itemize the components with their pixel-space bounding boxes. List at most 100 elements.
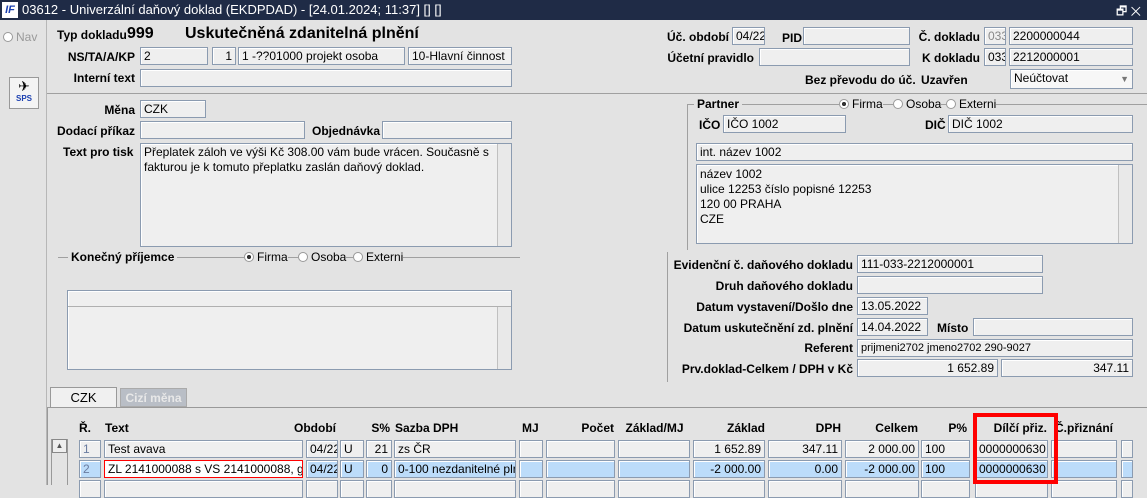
cell-celkem[interactable] bbox=[845, 480, 919, 498]
ico-field[interactable]: IČO 1002 bbox=[723, 115, 846, 133]
cell-obdobi[interactable] bbox=[306, 480, 338, 498]
partner-radio-firma[interactable]: Firma bbox=[839, 97, 883, 111]
col-header-s: S% bbox=[371, 421, 390, 435]
cell-spct[interactable]: 21 bbox=[366, 440, 392, 458]
col-header-pocet: Počet bbox=[581, 421, 614, 435]
scroll-up-icon[interactable]: ▲ bbox=[52, 439, 67, 453]
c-dokladu-prefix-field[interactable]: 033 bbox=[984, 27, 1006, 45]
c-dokladu-field[interactable]: 2200000044 bbox=[1009, 27, 1133, 45]
cell-text[interactable] bbox=[104, 480, 303, 498]
cell-pocet[interactable] bbox=[546, 440, 615, 458]
col-header-sazba: Sazba DPH bbox=[395, 421, 459, 435]
cell-s[interactable]: U bbox=[340, 460, 364, 478]
cell-spct[interactable] bbox=[366, 480, 392, 498]
ta-field[interactable]: 1 bbox=[212, 47, 236, 65]
tab-cizi-mena[interactable]: Cizí měna bbox=[120, 388, 187, 407]
ucetni-pravidlo-field[interactable] bbox=[759, 48, 910, 66]
kp-field[interactable]: 10-Hlavní činnost bbox=[408, 47, 512, 65]
cell-extra[interactable] bbox=[1121, 480, 1133, 498]
cell-mj[interactable] bbox=[519, 460, 543, 478]
mena-field[interactable]: CZK bbox=[140, 100, 206, 118]
highlight-box bbox=[973, 413, 1058, 484]
evid-label: Evidenční č. daňového dokladu bbox=[673, 258, 853, 272]
misto-label: Místo bbox=[937, 321, 969, 335]
pid-field[interactable] bbox=[803, 27, 910, 45]
prv-dph-field[interactable]: 347.11 bbox=[1001, 359, 1133, 377]
cell-p[interactable] bbox=[921, 480, 970, 498]
referent-field[interactable]: prijmeni2702 jmeno2702 290-9027 bbox=[857, 339, 1133, 357]
table-scrollbar[interactable]: ▲ bbox=[51, 439, 68, 485]
konecny-radio-firma[interactable]: Firma bbox=[244, 250, 288, 264]
cell-mj[interactable] bbox=[519, 480, 543, 498]
cell-mj[interactable] bbox=[519, 440, 543, 458]
partner-address-field[interactable]: název 1002 ulice 12253 číslo popisné 1225… bbox=[696, 164, 1133, 244]
cell-obdobi[interactable]: 04/22 bbox=[306, 460, 338, 478]
cell-sazba[interactable]: zs ČR bbox=[394, 440, 516, 458]
radio-label: Osoba bbox=[906, 97, 942, 111]
objednavka-field[interactable] bbox=[382, 121, 512, 139]
scrollbar[interactable] bbox=[497, 144, 511, 246]
konecny-prijemce-field[interactable] bbox=[67, 290, 512, 370]
cell-dph[interactable]: 347.11 bbox=[768, 440, 842, 458]
cell-dph[interactable] bbox=[768, 480, 842, 498]
int-nazev-field[interactable]: int. název 1002 bbox=[696, 143, 1133, 161]
cell-zakladmj[interactable] bbox=[618, 480, 690, 498]
a-field[interactable]: 1 -??01000 projekt osoba bbox=[238, 47, 405, 65]
uzavren-select[interactable]: Neúčtovat ▼ bbox=[1010, 69, 1133, 89]
scrollbar[interactable] bbox=[1118, 165, 1132, 243]
cell-text[interactable]: Test avava bbox=[104, 440, 303, 458]
druh-field[interactable] bbox=[857, 276, 1043, 294]
cell-celkem[interactable]: 2 000.00 bbox=[845, 440, 919, 458]
text-pro-tisk-field[interactable]: Přeplatek záloh ve výši Kč 308.00 vám bu… bbox=[140, 143, 512, 247]
cell-p[interactable]: 100 bbox=[921, 460, 970, 478]
cell-r[interactable]: 1 bbox=[79, 440, 101, 458]
cell-zakladmj[interactable] bbox=[618, 440, 690, 458]
prv-celkem-field[interactable]: 1 652.89 bbox=[857, 359, 998, 377]
k-dokladu-field[interactable]: 2212000001 bbox=[1009, 48, 1133, 66]
cell-zaklad[interactable]: -2 000.00 bbox=[693, 460, 765, 478]
cell-r[interactable] bbox=[79, 480, 101, 498]
cell-cpriz[interactable] bbox=[1051, 480, 1117, 498]
cell-celkem[interactable]: -2 000.00 bbox=[845, 460, 919, 478]
cell-obdobi[interactable]: 04/22 bbox=[306, 440, 338, 458]
konecny-radio-externi[interactable]: Externi bbox=[353, 250, 404, 264]
cell-sazba[interactable] bbox=[394, 480, 516, 498]
restore-icon[interactable]: 🗗 ✕ bbox=[1116, 2, 1141, 23]
text-pro-tisk-value: Přeplatek záloh ve výši Kč 308.00 vám bu… bbox=[144, 145, 489, 174]
cell-pocet[interactable] bbox=[546, 460, 615, 478]
cell-zaklad[interactable]: 1 652.89 bbox=[693, 440, 765, 458]
partner-radio-osoba[interactable]: Osoba bbox=[893, 97, 942, 111]
cell-r[interactable]: 2 bbox=[79, 460, 101, 478]
interni-text-field[interactable] bbox=[140, 69, 512, 87]
nav-radio[interactable]: Nav bbox=[3, 30, 37, 44]
datum-vystaveni-field[interactable]: 13.05.2022 bbox=[857, 297, 928, 315]
partner-radio-externi[interactable]: Externi bbox=[946, 97, 997, 111]
cell-cpriz[interactable] bbox=[1051, 460, 1117, 478]
cell-s[interactable] bbox=[340, 480, 364, 498]
k-dokladu-prefix-field[interactable]: 033 bbox=[984, 48, 1006, 66]
cell-sazba[interactable]: 0-100 nezdanitelné plnění bbox=[394, 460, 516, 478]
cell-dph[interactable]: 0.00 bbox=[768, 460, 842, 478]
cell-zakladmj[interactable] bbox=[618, 460, 690, 478]
datum-uskutecneni-field[interactable]: 14.04.2022 bbox=[857, 318, 928, 336]
sps-button[interactable]: ✈ SPS bbox=[9, 77, 39, 109]
cell-cpriz[interactable] bbox=[1051, 440, 1117, 458]
tab-czk[interactable]: CZK bbox=[50, 387, 117, 408]
konecny-radio-osoba[interactable]: Osoba bbox=[298, 250, 347, 264]
dodaci-prikaz-field[interactable] bbox=[140, 121, 305, 139]
cell-pocet[interactable] bbox=[546, 480, 615, 498]
misto-field[interactable] bbox=[973, 318, 1133, 336]
scrollbar[interactable] bbox=[497, 307, 511, 369]
cell-s[interactable]: U bbox=[340, 440, 364, 458]
cell-spct[interactable]: 0 bbox=[366, 460, 392, 478]
address-line: 120 00 PRAHA bbox=[700, 197, 782, 211]
ns-field[interactable]: 2 bbox=[140, 47, 208, 65]
cell-p[interactable]: 100 bbox=[921, 440, 970, 458]
evid-field[interactable]: 111-033-2212000001 bbox=[857, 255, 1043, 273]
cell-extra[interactable] bbox=[1121, 460, 1133, 478]
uc-obdobi-field[interactable]: 04/22 bbox=[732, 27, 765, 45]
cell-text[interactable]: ZL 2141000088 s VS 2141000088, gen. bbox=[104, 460, 303, 478]
cell-zaklad[interactable] bbox=[693, 480, 765, 498]
dic-field[interactable]: DIČ 1002 bbox=[948, 115, 1133, 133]
cell-extra[interactable] bbox=[1121, 440, 1133, 458]
